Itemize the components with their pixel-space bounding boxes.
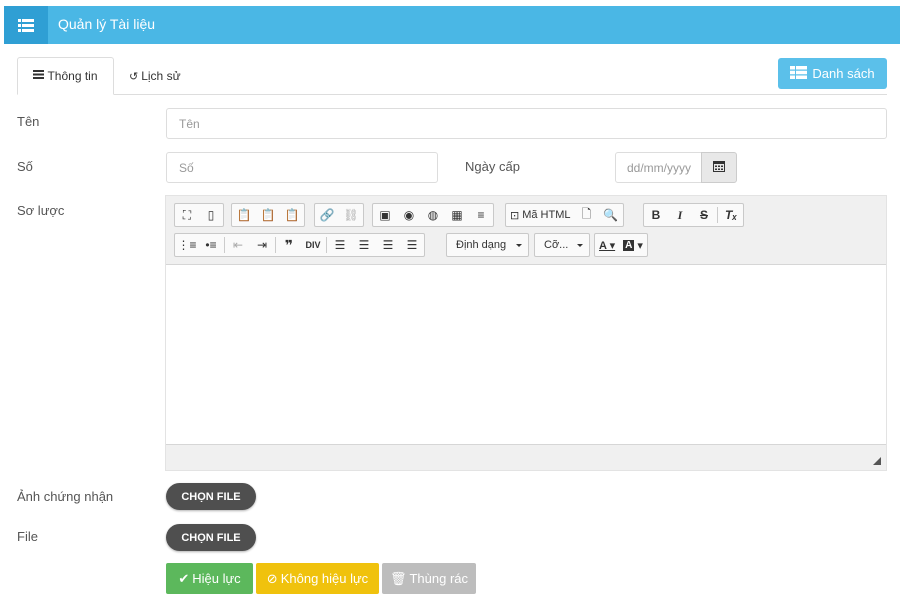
font-size-dropdown[interactable]: Cỡ... [534,233,590,257]
ban-icon: ⊘ [266,570,278,586]
blockquote-icon[interactable]: ❞ [277,234,301,256]
toolbar-group-colors: A ▾ A ▾ [594,233,648,257]
source-button[interactable]: ⊡ Mã HTML [506,204,575,226]
calendar-icon [713,160,725,175]
file-label: File [17,529,38,544]
format-dropdown-label: Định dạng [456,239,507,251]
valid-button[interactable]: ✔ Hiệu lực [166,563,253,594]
flash-icon[interactable]: ◉ [397,204,421,226]
table-insert-icon[interactable]: ▦ [445,204,469,226]
check-icon: ✔ [178,570,190,586]
paste-word-icon[interactable]: 📋 [280,204,304,226]
link-icon[interactable]: 🔗 [315,204,339,226]
italic-icon[interactable]: I [668,204,692,226]
trash-button[interactable]: 🗑 Thùng rác [382,563,476,594]
invalid-button-label: Không hiệu lực [280,571,369,586]
paste-text-icon[interactable]: 📋 [256,204,280,226]
toolbar-group-clipboard: 📋 📋 📋 [231,203,305,227]
date-label: Ngày cấp [465,159,520,174]
image-icon[interactable]: ▣ [373,204,397,226]
source-label: Mã HTML [522,209,571,221]
iframe-icon[interactable]: ◍ [421,204,445,226]
new-page-icon[interactable]: 🗋 [575,204,599,226]
toolbar-group-document: ⊡ Mã HTML 🗋 🔍 [505,203,624,227]
source-icon: ⊡ [510,209,520,222]
horizontal-rule-icon[interactable]: ≡ [469,204,493,226]
trash-icon: 🗑 [389,570,407,586]
background-color-icon[interactable]: A ▾ [619,234,647,256]
toolbar-group-links: 🔗 ⛓ [314,203,364,227]
justify-icon[interactable]: ☰ [400,234,424,256]
toolbar-group-insert: ▣ ◉ ◍ ▦ ≡ [372,203,494,227]
font-size-dropdown-label: Cỡ... [544,239,569,251]
preview-icon[interactable]: 🔍 [599,204,623,226]
list-button-label: Danh sách [812,66,875,81]
show-blocks-icon[interactable]: ▯ [199,204,223,226]
numbered-list-icon[interactable]: ⋮≡ [175,234,199,256]
remove-format-icon[interactable]: Tₓ [719,204,743,226]
toolbar-group-view: ⛶ ▯ [174,203,224,227]
format-dropdown[interactable]: Định dạng [446,233,529,257]
cert-image-label: Ảnh chứng nhận [17,489,114,504]
unlink-icon[interactable]: ⛓ [339,204,363,226]
align-center-icon[interactable]: ☰ [352,234,376,256]
text-color-icon[interactable]: A ▾ [595,234,619,256]
number-label: Số [17,159,33,174]
info-list-icon [33,70,45,82]
tab-bar: Thông tin ↺ Lịch sử [17,57,887,95]
file-choose-file-button[interactable]: CHỌN FILE [166,524,256,551]
calendar-button[interactable] [701,152,737,183]
maximize-icon[interactable]: ⛶ [175,204,199,226]
paste-icon[interactable]: 📋 [232,204,256,226]
page-title: Quản lý Tài liệu [58,16,156,32]
name-label: Tên [17,114,40,129]
chevron-down-icon [577,244,583,247]
align-left-icon[interactable]: ☰ [328,234,352,256]
history-icon: ↺ [129,70,139,83]
toolbar-group-lists: ⋮≡ •≡ ⇤ ⇥ ❞ DIV ☰ ☰ ☰ ☰ [174,233,425,257]
table-icon [790,65,808,82]
summary-label: Sơ lược [17,203,65,218]
align-right-icon[interactable]: ☰ [376,234,400,256]
rich-text-editor: ⛶ ▯ 📋 📋 📋 🔗 ⛓ ▣ ◉ ◍ ▦ ≡ ⊡ Mã HTML 🗋 🔍 B … [165,195,887,471]
trash-button-label: Thùng rác [409,571,469,586]
tab-info-label: Thông tin [47,69,98,83]
tab-history[interactable]: ↺ Lịch sử [129,57,181,95]
strike-icon[interactable]: S [692,204,716,226]
app-header: Quản lý Tài liệu [4,6,900,44]
tab-info[interactable]: Thông tin [17,57,114,95]
name-input[interactable]: Tên [166,108,887,139]
list-icon[interactable] [4,6,48,44]
create-div-icon[interactable]: DIV [301,234,325,256]
toolbar-group-basic-styles: B I S Tₓ [643,203,744,227]
date-input[interactable]: dd/mm/yyyy [615,152,702,183]
bulleted-list-icon[interactable]: •≡ [199,234,223,256]
invalid-button[interactable]: ⊘ Không hiệu lực [256,563,379,594]
bold-icon[interactable]: B [644,204,668,226]
chevron-down-icon [516,244,522,247]
indent-icon[interactable]: ⇥ [250,234,274,256]
cert-choose-file-button[interactable]: CHỌN FILE [166,483,256,510]
list-button[interactable]: Danh sách [778,58,887,89]
tab-history-label: Lịch sử [141,69,181,83]
valid-button-label: Hiệu lực [192,571,241,586]
editor-content-area[interactable] [166,264,886,445]
outdent-icon[interactable]: ⇤ [226,234,250,256]
number-input[interactable]: Số [166,152,438,183]
resize-handle-icon[interactable] [873,457,881,465]
